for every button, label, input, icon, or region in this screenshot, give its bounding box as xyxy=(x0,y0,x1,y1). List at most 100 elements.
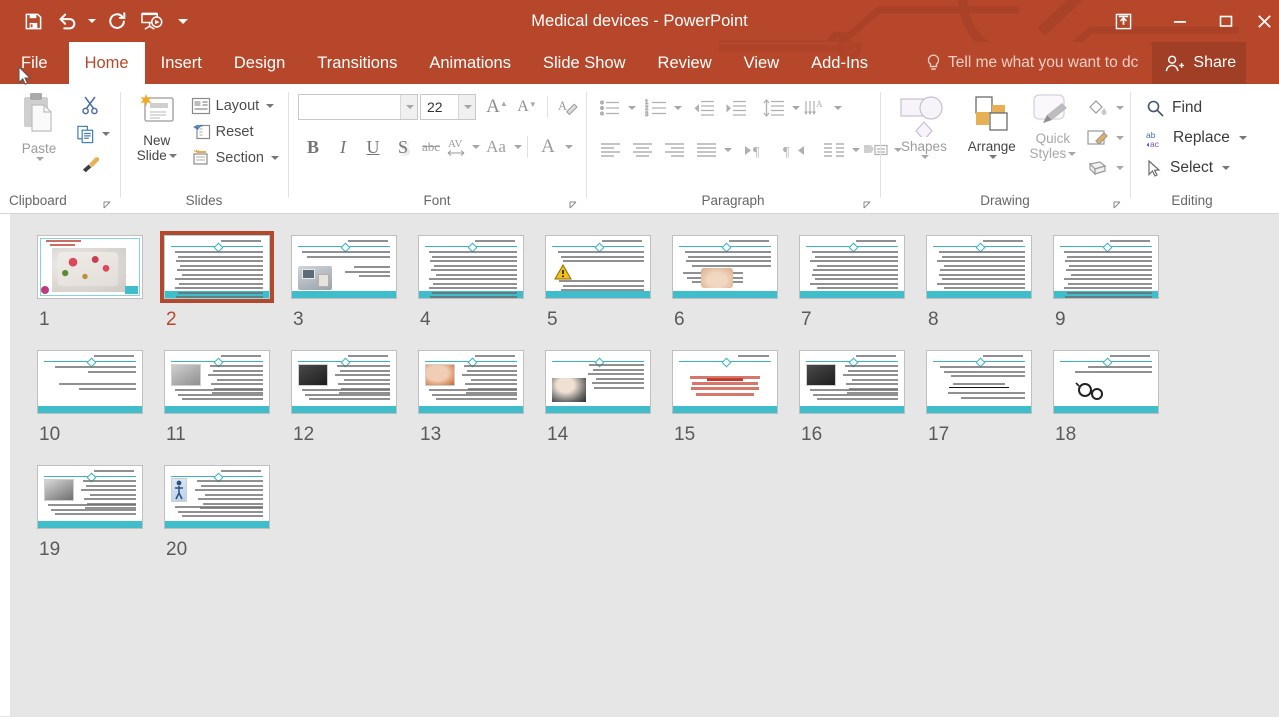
slide-thumbnail-cell[interactable]: 4 xyxy=(414,231,541,331)
strikethrough-button[interactable]: abc xyxy=(418,132,444,162)
align-center-button[interactable] xyxy=(626,135,658,165)
tab-view[interactable]: View xyxy=(728,42,795,84)
bullets-caret-icon[interactable] xyxy=(628,106,636,110)
slide-thumbnail-cell[interactable]: 11 xyxy=(160,346,287,446)
shape-outline-button[interactable] xyxy=(1080,123,1114,153)
new-slide-caret-icon[interactable] xyxy=(168,153,177,158)
slide-thumbnail-6[interactable] xyxy=(668,231,782,303)
numbering-button[interactable]: 123 xyxy=(640,93,672,123)
tab-add-ins[interactable]: Add-Ins xyxy=(795,42,884,84)
slide-thumbnail-8[interactable] xyxy=(922,231,1036,303)
slide-thumbnail-cell[interactable]: 12 xyxy=(287,346,414,446)
slide-thumbnail-cell[interactable]: 9 xyxy=(1049,231,1176,331)
slide-thumbnail-cell[interactable]: 20 xyxy=(160,461,287,561)
shape-effects-caret-icon[interactable] xyxy=(1116,166,1124,170)
slide-thumbnail-2[interactable] xyxy=(160,231,274,303)
slide-thumbnail-cell[interactable]: 10 xyxy=(33,346,160,446)
slide-thumbnail-cell[interactable]: 1 xyxy=(33,231,160,331)
numbering-caret-icon[interactable] xyxy=(674,106,682,110)
slide-thumbnail-cell[interactable]: 13 xyxy=(414,346,541,446)
slide-thumbnail-11[interactable] xyxy=(160,346,274,418)
change-case-button[interactable]: Aa xyxy=(480,132,512,162)
font-dialog-launcher-icon[interactable] xyxy=(569,201,579,211)
slide-thumbnail-canvas[interactable] xyxy=(799,235,905,299)
slide-thumbnail-cell[interactable]: 16 xyxy=(795,346,922,446)
slide-thumbnail-16[interactable] xyxy=(795,346,909,418)
slide-thumbnail-19[interactable] xyxy=(33,461,147,533)
ltr-direction-button[interactable]: ¶ xyxy=(740,135,772,165)
font-size-caret-icon[interactable] xyxy=(458,95,475,119)
slide-thumbnail-cell[interactable]: 2 xyxy=(160,231,287,331)
start-presentation-icon[interactable] xyxy=(134,4,168,38)
arrange-button[interactable]: Arrange xyxy=(958,89,1026,159)
paste-caret-icon[interactable] xyxy=(36,157,44,161)
slide-thumbnail-canvas[interactable] xyxy=(926,350,1032,414)
slide-thumbnail-12[interactable] xyxy=(287,346,401,418)
slide-thumbnail-canvas[interactable] xyxy=(291,235,397,299)
drawing-dialog-launcher-icon[interactable] xyxy=(1113,201,1123,211)
paragraph-dialog-launcher-icon[interactable] xyxy=(863,201,873,211)
slide-thumbnail-17[interactable] xyxy=(922,346,1036,418)
font-size-combo[interactable]: 22 xyxy=(420,94,476,120)
columns-caret-icon[interactable] xyxy=(852,148,860,152)
ribbon-tabs[interactable]: File Home Insert Design Transitions Anim… xyxy=(0,42,1279,84)
slide-sorter-pane[interactable]: 1 2 3 4 5 6 7 8 9 10 11 12 13 14 15 16 1… xyxy=(0,214,1279,716)
slide-thumbnail-9[interactable] xyxy=(1049,231,1163,303)
restore-icon[interactable] xyxy=(1203,0,1249,42)
decrease-indent-button[interactable] xyxy=(688,93,720,123)
slide-thumbnail-cell[interactable]: 6 xyxy=(668,231,795,331)
slide-thumbnail-7[interactable] xyxy=(795,231,909,303)
text-direction-caret-icon[interactable] xyxy=(834,106,842,110)
cut-button[interactable] xyxy=(75,91,105,119)
slide-thumbnail-cell[interactable]: 14 xyxy=(541,346,668,446)
undo-dropdown-caret-icon[interactable] xyxy=(84,4,100,38)
slide-thumbnail-canvas[interactable] xyxy=(926,235,1032,299)
columns-button[interactable] xyxy=(818,135,850,165)
shape-fill-button[interactable] xyxy=(1080,93,1114,123)
increase-indent-button[interactable] xyxy=(720,93,752,123)
shape-outline-caret-icon[interactable] xyxy=(1116,136,1124,140)
tab-design[interactable]: Design xyxy=(218,42,301,84)
justify-button[interactable] xyxy=(690,135,722,165)
slide-thumbnail-canvas[interactable] xyxy=(291,350,397,414)
slide-thumbnail-cell[interactable]: 18 xyxy=(1049,346,1176,446)
customize-qat-icon[interactable] xyxy=(168,4,198,38)
save-icon[interactable] xyxy=(16,4,50,38)
font-name-caret-icon[interactable] xyxy=(400,95,417,119)
bullets-button[interactable] xyxy=(594,93,626,123)
shapes-button[interactable]: Shapes xyxy=(890,89,958,159)
replace-button[interactable]: ab ac Replace xyxy=(1140,123,1247,153)
slide-thumbnail-10[interactable] xyxy=(33,346,147,418)
slide-thumbnail-cell[interactable]: 8 xyxy=(922,231,1049,331)
slide-thumbnail-canvas[interactable] xyxy=(418,235,524,299)
layout-button[interactable]: Layout xyxy=(188,93,282,119)
slide-thumbnail-canvas[interactable] xyxy=(672,235,778,299)
slide-thumbnail-cell[interactable]: 3 xyxy=(287,231,414,331)
font-color-button[interactable]: A xyxy=(533,132,563,162)
tell-me-search[interactable]: Tell me what you want to dc xyxy=(926,42,1138,84)
tab-review[interactable]: Review xyxy=(642,42,728,84)
increase-font-size-button[interactable]: A ▲ xyxy=(482,92,512,122)
copy-button[interactable] xyxy=(70,120,100,148)
layout-caret-icon[interactable] xyxy=(266,104,275,108)
slide-thumbnail-20[interactable] xyxy=(160,461,274,533)
clipboard-dialog-launcher-icon[interactable] xyxy=(103,201,113,211)
find-button[interactable]: Find xyxy=(1140,93,1202,123)
slide-thumbnail-canvas[interactable] xyxy=(1053,235,1159,299)
tab-file[interactable]: File xyxy=(0,42,69,84)
paste-button[interactable]: Paste xyxy=(8,89,70,161)
reset-button[interactable]: Reset xyxy=(188,119,282,145)
undo-icon[interactable] xyxy=(50,4,84,38)
select-button[interactable]: Select xyxy=(1140,153,1231,183)
slide-thumbnail-canvas[interactable] xyxy=(37,235,143,299)
tab-slide-show[interactable]: Slide Show xyxy=(527,42,642,84)
minimize-icon[interactable] xyxy=(1157,0,1203,42)
quick-styles-button[interactable]: Quick Styles xyxy=(1026,89,1080,161)
slide-thumbnail-canvas[interactable] xyxy=(799,350,905,414)
tab-home[interactable]: Home xyxy=(68,42,145,84)
font-name-combo[interactable] xyxy=(298,94,418,120)
slide-thumbnail-13[interactable] xyxy=(414,346,528,418)
copy-caret-icon[interactable] xyxy=(102,132,110,136)
slide-thumbnail-15[interactable] xyxy=(668,346,782,418)
arrange-caret-icon[interactable] xyxy=(988,155,997,159)
